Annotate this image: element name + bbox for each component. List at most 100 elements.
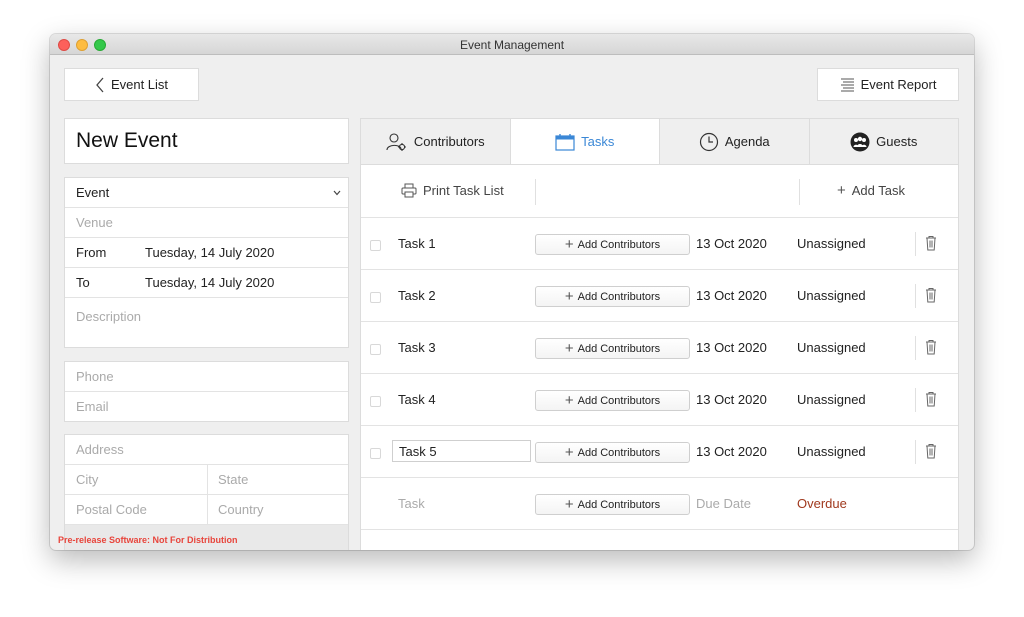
new-task-row: Task + Add Contributors Due Date Overdue: [361, 478, 958, 530]
task-name[interactable]: Task 3: [398, 340, 436, 355]
description-field[interactable]: Description: [65, 298, 348, 347]
prerelease-watermark: Pre-release Software: Not For Distributi…: [58, 535, 238, 545]
add-contributors-label: Add Contributors: [577, 342, 661, 355]
task-due-date[interactable]: 13 Oct 2020: [696, 340, 767, 355]
trash-icon[interactable]: [925, 339, 937, 355]
field-divider: [207, 495, 208, 525]
calendar-icon: [555, 133, 575, 151]
task-row: Task 2 + Add Contributors 13 Oct 2020 Un…: [361, 270, 958, 322]
venue-field[interactable]: Venue: [65, 208, 348, 238]
toolbar-divider: [535, 179, 536, 205]
task-status: Unassigned: [797, 392, 866, 407]
new-task-status: Overdue: [797, 496, 847, 511]
tab-tasks-label: Tasks: [581, 134, 615, 149]
to-date-row[interactable]: To Tuesday, 14 July 2020: [65, 268, 348, 298]
add-contributors-label: Add Contributors: [577, 446, 661, 459]
add-contributors-button[interactable]: + Add Contributors: [535, 338, 690, 359]
task-name[interactable]: Task 1: [398, 236, 436, 251]
event-report-button[interactable]: Event Report: [817, 68, 959, 101]
from-label: From: [76, 245, 107, 260]
chevron-down-icon: [333, 190, 341, 196]
city-state-row: City State: [65, 465, 348, 495]
address-field[interactable]: Address: [65, 435, 348, 465]
tab-agenda[interactable]: Agenda: [660, 119, 810, 164]
tab-tasks[interactable]: Tasks: [510, 119, 660, 164]
add-contributors-button[interactable]: + Add Contributors: [535, 234, 690, 255]
event-list-label: Event List: [110, 77, 169, 92]
add-contributors-button[interactable]: + Add Contributors: [535, 442, 690, 463]
field-divider: [207, 465, 208, 495]
plus-icon: +: [564, 496, 574, 513]
add-contributors-label: Add Contributors: [577, 238, 661, 251]
add-contributors-label: Add Contributors: [577, 394, 661, 407]
print-task-list-label: Print Task List: [423, 183, 504, 198]
task-status: Unassigned: [797, 340, 866, 355]
from-date-value: Tuesday, 14 July 2020: [145, 245, 275, 260]
new-task-name-field[interactable]: Task: [398, 496, 425, 511]
row-divider: [915, 388, 916, 412]
email-field[interactable]: Email: [65, 392, 348, 422]
row-divider: [915, 232, 916, 256]
task-due-date[interactable]: 13 Oct 2020: [696, 236, 767, 251]
task-status: Unassigned: [797, 236, 866, 251]
plus-icon: +: [564, 288, 574, 305]
add-task-label: Add Task: [851, 183, 906, 198]
plus-icon: +: [837, 182, 846, 199]
plus-icon: +: [564, 444, 574, 461]
task-name[interactable]: Task 4: [398, 392, 436, 407]
trash-icon[interactable]: [925, 235, 937, 251]
task-row: Task 1 + Add Contributors 13 Oct 2020 Un…: [361, 218, 958, 270]
state-field[interactable]: State: [218, 472, 248, 487]
postal-country-row: Postal Code Country: [65, 495, 348, 525]
new-task-due-date-field[interactable]: Due Date: [696, 496, 751, 511]
task-due-date[interactable]: 13 Oct 2020: [696, 392, 767, 407]
toolbar-divider: [799, 179, 800, 205]
tab-contributors[interactable]: Contributors: [361, 119, 511, 164]
tab-agenda-label: Agenda: [724, 134, 770, 149]
app-window: Event Management Event List Event Report…: [50, 34, 974, 550]
tab-guests-label: Guests: [876, 134, 918, 149]
contact-card: Phone Email: [64, 361, 349, 422]
trash-icon[interactable]: [925, 443, 937, 459]
to-date-value: Tuesday, 14 July 2020: [145, 275, 275, 290]
task-checkbox[interactable]: [370, 240, 381, 251]
contributors-icon: [386, 132, 406, 151]
task-name[interactable]: Task 2: [398, 288, 436, 303]
row-divider: [915, 284, 916, 308]
task-checkbox[interactable]: [370, 396, 381, 407]
trash-icon[interactable]: [925, 287, 937, 303]
from-date-row[interactable]: From Tuesday, 14 July 2020: [65, 238, 348, 268]
postal-code-field[interactable]: Postal Code: [76, 502, 147, 517]
task-row: Task 4 + Add Contributors 13 Oct 2020 Un…: [361, 374, 958, 426]
trash-icon[interactable]: [925, 391, 937, 407]
tab-guests[interactable]: Guests: [810, 119, 959, 164]
add-contributors-button[interactable]: + Add Contributors: [535, 286, 690, 307]
add-contributors-label: Add Contributors: [577, 498, 661, 511]
task-due-date[interactable]: 13 Oct 2020: [696, 444, 767, 459]
add-contributors-button[interactable]: + Add Contributors: [535, 390, 690, 411]
task-checkbox[interactable]: [370, 344, 381, 355]
event-type-select[interactable]: Event: [65, 178, 348, 208]
task-checkbox[interactable]: [370, 292, 381, 303]
window-title: Event Management: [459, 38, 565, 52]
event-list-button[interactable]: Event List: [64, 68, 199, 101]
to-label: To: [76, 275, 90, 290]
task-due-date[interactable]: 13 Oct 2020: [696, 288, 767, 303]
add-contributors-button[interactable]: + Add Contributors: [535, 494, 690, 515]
add-task-button[interactable]: + Add Task: [837, 183, 905, 198]
task-row: Task 3 + Add Contributors 13 Oct 2020 Un…: [361, 322, 958, 374]
row-divider: [915, 336, 916, 360]
guests-icon: [850, 132, 870, 151]
print-task-list-button[interactable]: Print Task List: [401, 183, 504, 198]
row-divider: [915, 440, 916, 464]
tasks-toolbar: Print Task List + Add Task: [361, 165, 958, 218]
event-title-field[interactable]: New Event: [64, 118, 349, 164]
task-checkbox[interactable]: [370, 448, 381, 459]
country-field[interactable]: Country: [218, 502, 264, 517]
task-name-input[interactable]: Task 5: [392, 440, 531, 462]
phone-field[interactable]: Phone: [65, 362, 348, 392]
task-status: Unassigned: [797, 444, 866, 459]
city-field[interactable]: City: [76, 472, 98, 487]
title-bar: Event Management: [50, 34, 974, 55]
event-report-label: Event Report: [860, 77, 937, 92]
